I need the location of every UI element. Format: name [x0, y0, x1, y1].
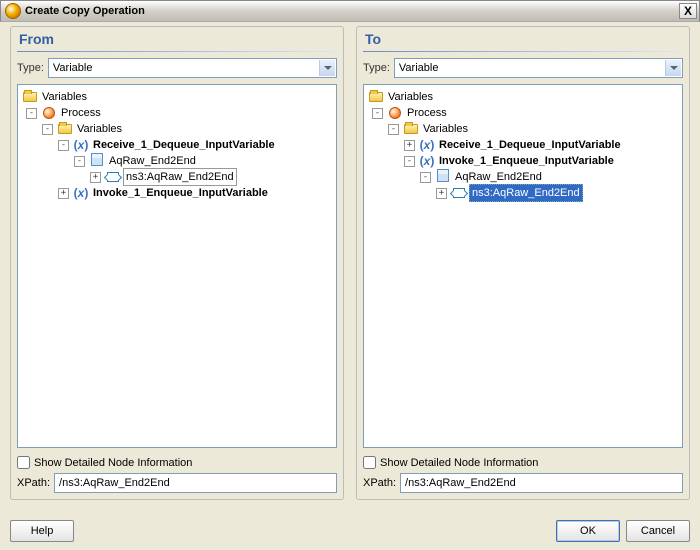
collapse-icon[interactable]: -: [26, 108, 37, 119]
expand-icon[interactable]: +: [58, 188, 69, 199]
tree-node-aqraw[interactable]: AqRaw_End2End: [453, 169, 544, 185]
tree-node-process[interactable]: Process: [59, 105, 103, 121]
expand-icon[interactable]: +: [90, 172, 101, 183]
folder-icon: [23, 92, 37, 102]
divider: [363, 51, 683, 52]
from-type-label: Type:: [17, 62, 44, 74]
cancel-button[interactable]: Cancel: [626, 520, 690, 542]
tree-node-variables[interactable]: Variables: [421, 121, 470, 137]
close-button[interactable]: X: [679, 3, 697, 19]
from-type-value: Variable: [53, 62, 93, 74]
process-icon: [389, 107, 401, 119]
to-show-detail-label: Show Detailed Node Information: [380, 457, 538, 469]
tree-node-variables-root[interactable]: Variables: [40, 89, 89, 105]
element-icon: [453, 188, 465, 198]
folder-icon: [404, 124, 418, 134]
to-xpath-label: XPath:: [363, 477, 396, 489]
variable-icon: x: [420, 137, 435, 153]
collapse-icon[interactable]: -: [42, 124, 53, 135]
to-show-detail-checkbox[interactable]: [363, 456, 376, 469]
to-type-select[interactable]: Variable: [394, 58, 683, 78]
variable-icon: x: [74, 137, 89, 153]
collapse-icon[interactable]: -: [420, 172, 431, 183]
tree-node-invoke[interactable]: Invoke_1_Enqueue_InputVariable: [437, 153, 616, 169]
variable-icon: x: [420, 153, 435, 169]
to-panel: To Type: Variable Variables -Process -Va…: [356, 26, 690, 500]
tree-node-receive[interactable]: Receive_1_Dequeue_InputVariable: [437, 137, 623, 153]
folder-icon: [58, 124, 72, 134]
collapse-icon[interactable]: -: [58, 140, 69, 151]
message-icon: [437, 172, 449, 182]
expand-icon[interactable]: +: [436, 188, 447, 199]
variable-icon: x: [74, 185, 89, 201]
tree-node-process[interactable]: Process: [405, 105, 449, 121]
from-xpath-input[interactable]: [54, 473, 337, 493]
from-type-select[interactable]: Variable: [48, 58, 337, 78]
divider: [17, 51, 337, 52]
element-icon: [107, 172, 119, 182]
folder-icon: [369, 92, 383, 102]
from-panel: From Type: Variable Variables -Process -…: [10, 26, 344, 500]
titlebar: Create Copy Operation X: [0, 0, 700, 22]
app-icon: [5, 3, 21, 19]
process-icon: [43, 107, 55, 119]
chevron-down-icon: [319, 60, 335, 76]
ok-button[interactable]: OK: [556, 520, 620, 542]
tree-node-variables-root[interactable]: Variables: [386, 89, 435, 105]
from-show-detail-checkbox[interactable]: [17, 456, 30, 469]
expand-icon[interactable]: +: [404, 140, 415, 151]
tree-node-variables[interactable]: Variables: [75, 121, 124, 137]
message-icon: [91, 156, 103, 166]
collapse-icon[interactable]: -: [372, 108, 383, 119]
tree-node-receive[interactable]: Receive_1_Dequeue_InputVariable: [91, 137, 277, 153]
tree-node-invoke[interactable]: Invoke_1_Enqueue_InputVariable: [91, 185, 270, 201]
window-title: Create Copy Operation: [25, 5, 679, 17]
to-type-label: Type:: [363, 62, 390, 74]
tree-node-ns3[interactable]: ns3:AqRaw_End2End: [123, 168, 237, 186]
from-xpath-label: XPath:: [17, 477, 50, 489]
collapse-icon[interactable]: -: [74, 156, 85, 167]
tree-node-ns3-selected[interactable]: ns3:AqRaw_End2End: [469, 184, 583, 202]
to-xpath-input[interactable]: [400, 473, 683, 493]
collapse-icon[interactable]: -: [388, 124, 399, 135]
tree-node-aqraw[interactable]: AqRaw_End2End: [107, 153, 198, 169]
from-header: From: [11, 27, 343, 49]
to-tree[interactable]: Variables -Process -Variables +xReceive_…: [363, 84, 683, 448]
from-tree[interactable]: Variables -Process -Variables -xReceive_…: [17, 84, 337, 448]
from-show-detail-label: Show Detailed Node Information: [34, 457, 192, 469]
help-button[interactable]: Help: [10, 520, 74, 542]
chevron-down-icon: [665, 60, 681, 76]
to-header: To: [357, 27, 689, 49]
collapse-icon[interactable]: -: [404, 156, 415, 167]
to-type-value: Variable: [399, 62, 439, 74]
